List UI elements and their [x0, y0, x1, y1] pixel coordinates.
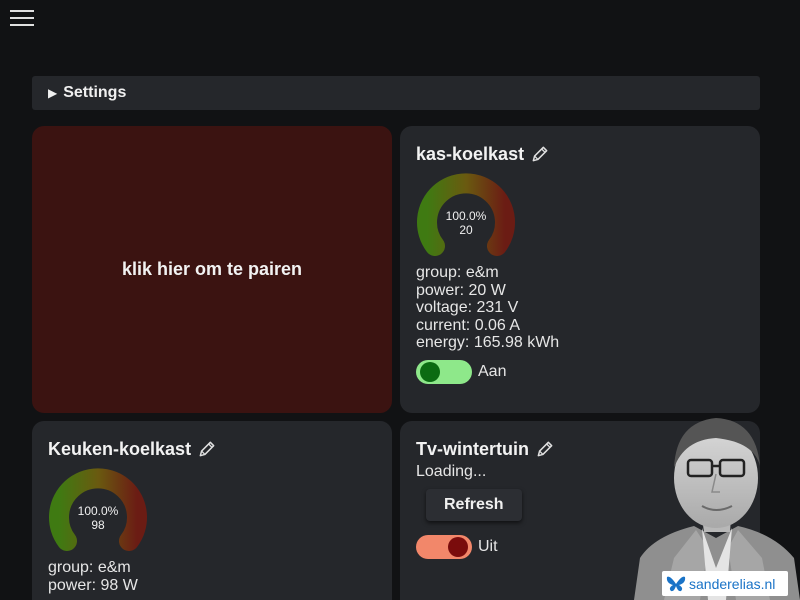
stat-group: group: e&m — [416, 264, 499, 281]
power-gauge: 100.0% 20 — [416, 172, 516, 262]
pencil-icon[interactable] — [197, 439, 217, 459]
gauge-percent: 100.0% — [77, 504, 119, 518]
stat-current: current: 0.06 A — [416, 316, 521, 334]
device-stats: group: e&m power: 98 W — [48, 559, 376, 594]
hamburger-menu-icon[interactable] — [10, 10, 34, 28]
device-title: kas-koelkast — [416, 143, 525, 164]
toggle-label: Aan — [478, 362, 507, 380]
watermark-text: sanderelias.nl — [689, 575, 776, 592]
stat-energy: energy: 165.98 kWh — [416, 334, 560, 351]
settings-toggle[interactable]: ▶ Settings — [32, 76, 760, 110]
settings-label: Settings — [63, 84, 127, 101]
refresh-button[interactable]: Refresh — [426, 489, 522, 521]
butterfly-icon — [666, 576, 686, 591]
device-card-kas-koelkast: kas-koelkast 100.0% 20 group: e&m power:… — [400, 126, 760, 413]
watermark: sanderelias.nl — [662, 571, 788, 596]
power-toggle[interactable] — [416, 535, 472, 559]
device-card-keuken-koelkast: Keuken-koelkast 100.0% 98 group: e&m pow… — [32, 421, 392, 600]
toggle-label: Uit — [478, 538, 498, 555]
pencil-icon[interactable] — [535, 439, 555, 459]
device-title: Tv-wintertuin — [416, 438, 529, 459]
gauge-value: 20 — [459, 223, 473, 237]
triangle-right-icon: ▶ — [48, 86, 58, 100]
gauge-percent: 100.0% — [445, 209, 487, 223]
power-toggle[interactable] — [416, 359, 472, 384]
stat-power: power: 20 W — [416, 281, 506, 299]
stat-power: power: 98 W — [48, 576, 138, 594]
power-gauge: 100.0% 98 — [48, 467, 148, 557]
pair-label: klik hier om te pairen — [121, 259, 303, 279]
gauge-value: 98 — [91, 518, 105, 532]
stat-voltage: voltage: 231 V — [416, 299, 519, 316]
stat-group: group: e&m — [48, 559, 131, 576]
pencil-icon[interactable] — [530, 144, 550, 164]
device-title: Keuken-koelkast — [48, 438, 192, 459]
device-stats: group: e&m power: 20 W voltage: 231 V cu… — [416, 264, 744, 352]
pair-card[interactable]: klik hier om te pairen — [32, 126, 392, 413]
